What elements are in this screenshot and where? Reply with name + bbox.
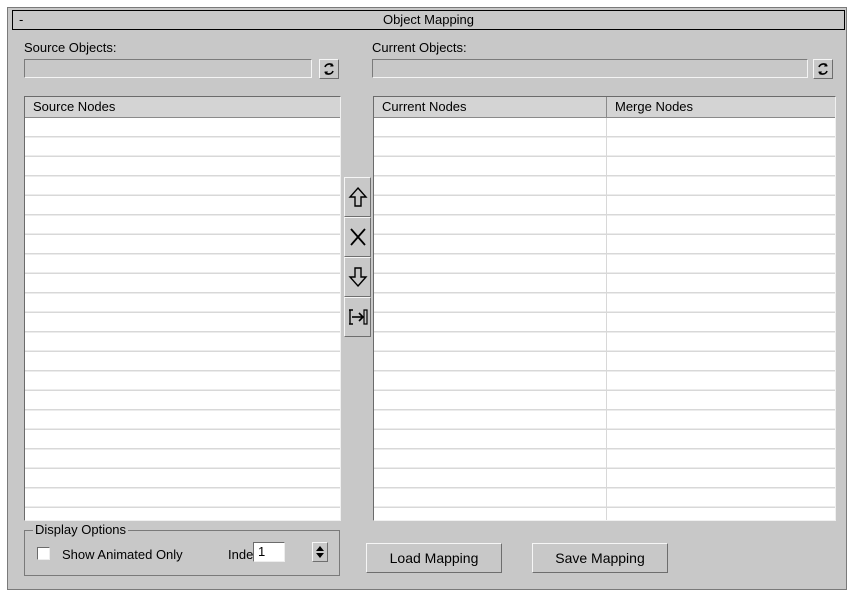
current-merge-nodes-list[interactable]: Current Nodes Merge Nodes bbox=[373, 96, 836, 521]
list-rows[interactable] bbox=[25, 118, 340, 520]
list-header: Current Nodes Merge Nodes bbox=[374, 97, 835, 118]
load-mapping-button[interactable]: Load Mapping bbox=[366, 543, 502, 573]
remove-mapping-button[interactable] bbox=[344, 217, 371, 257]
spinner-arrows-icon bbox=[316, 546, 324, 558]
column-header-current-nodes[interactable]: Current Nodes bbox=[374, 97, 607, 117]
map-button[interactable] bbox=[344, 297, 371, 337]
arrow-down-icon bbox=[347, 267, 368, 288]
refresh-icon bbox=[818, 63, 828, 75]
indent-field[interactable]: 1 bbox=[253, 542, 285, 562]
move-down-button[interactable] bbox=[344, 257, 371, 297]
column-header-source-nodes[interactable]: Source Nodes bbox=[25, 97, 340, 117]
rollout-title: Object Mapping bbox=[382, 12, 475, 27]
list-header: Source Nodes bbox=[25, 97, 340, 118]
x-icon bbox=[349, 228, 366, 246]
move-up-button[interactable] bbox=[344, 177, 371, 217]
show-animated-checkbox[interactable] bbox=[37, 547, 50, 560]
refresh-icon bbox=[324, 63, 334, 75]
save-mapping-button[interactable]: Save Mapping bbox=[532, 543, 668, 573]
column-header-merge-nodes[interactable]: Merge Nodes bbox=[607, 97, 835, 117]
list-rows[interactable] bbox=[374, 118, 835, 520]
show-animated-label: Show Animated Only bbox=[62, 547, 183, 562]
column-divider bbox=[606, 118, 607, 520]
mapping-tools bbox=[344, 177, 371, 337]
map-arrow-icon bbox=[348, 309, 368, 325]
source-objects-label: Source Objects: bbox=[24, 40, 117, 55]
rollout-header[interactable]: - Object Mapping bbox=[12, 10, 845, 30]
current-objects-label: Current Objects: bbox=[372, 40, 467, 55]
source-objects-field[interactable] bbox=[24, 59, 312, 78]
arrow-up-icon bbox=[347, 186, 368, 207]
current-refresh-button[interactable] bbox=[813, 59, 833, 79]
indent-spinner[interactable] bbox=[312, 542, 328, 562]
display-options-title: Display Options bbox=[33, 522, 129, 538]
source-refresh-button[interactable] bbox=[319, 59, 339, 79]
current-objects-field[interactable] bbox=[372, 59, 808, 78]
source-nodes-list[interactable]: Source Nodes bbox=[24, 96, 341, 521]
